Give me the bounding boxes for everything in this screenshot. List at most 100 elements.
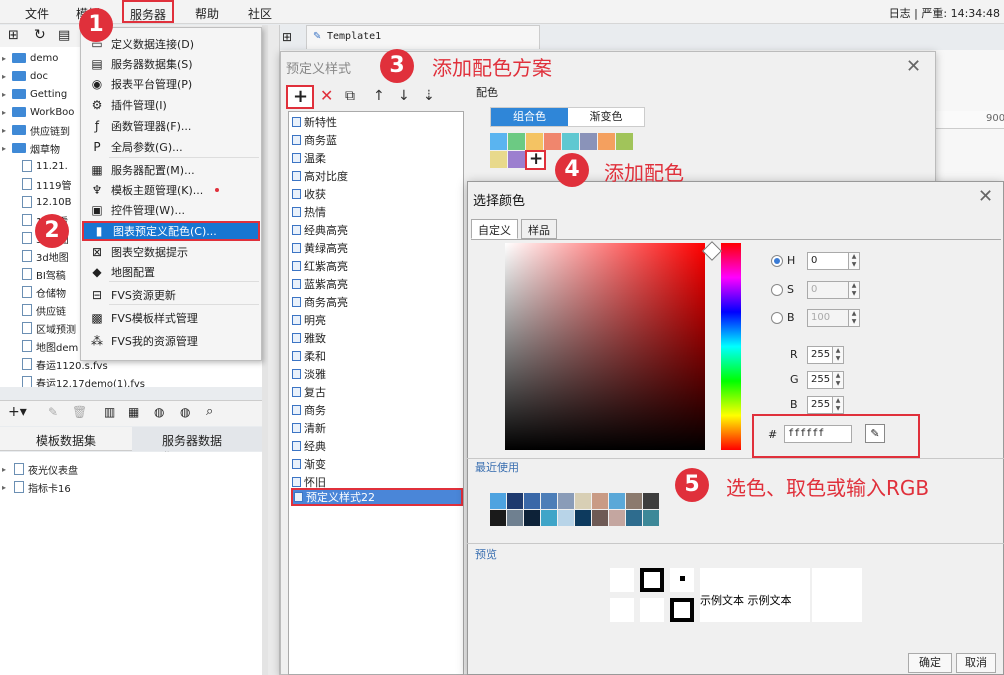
menu-item-function[interactable]: ƒ 函数管理器(F)... <box>82 116 260 136</box>
recent-color-swatch[interactable] <box>575 493 591 509</box>
style-list-item[interactable]: 红紫高亮 <box>291 257 463 275</box>
color-swatch[interactable] <box>490 151 507 168</box>
style-list-item[interactable]: 收获 <box>291 185 463 203</box>
style-list-item[interactable]: 复古 <box>291 383 463 401</box>
b2-stepper[interactable]: ▲ ▼ <box>832 396 844 414</box>
saturation-brightness-picker[interactable] <box>505 243 705 450</box>
ok-button[interactable]: 确定 <box>908 653 952 673</box>
dataset-item[interactable]: ▸ 指标卡16 <box>0 478 262 496</box>
recent-color-swatch[interactable] <box>541 493 557 509</box>
style-list-item[interactable]: 热情 <box>291 203 463 221</box>
template-tab[interactable]: ✎ Template1 <box>306 25 540 49</box>
open-icon[interactable]: ▤ <box>58 28 70 43</box>
style-list-item[interactable]: 商务蓝 <box>291 131 463 149</box>
delete-icon[interactable]: 🗑 <box>72 405 87 419</box>
color-swatch[interactable] <box>526 133 543 150</box>
style-list-item[interactable]: 雅致 <box>291 329 463 347</box>
style-list-item[interactable]: 清新 <box>291 419 463 437</box>
recent-color-swatch[interactable] <box>609 493 625 509</box>
recent-color-swatch[interactable] <box>609 510 625 526</box>
style-list-item[interactable]: 蓝紫高亮 <box>291 275 463 293</box>
recent-color-swatch[interactable] <box>507 510 523 526</box>
recent-color-swatch[interactable] <box>507 493 523 509</box>
add-color-button[interactable]: + <box>525 149 546 170</box>
menu-item-fvs[interactable]: ▩ FVS模板样式管理 <box>82 308 260 328</box>
expand-icon[interactable]: ▸ <box>0 144 8 153</box>
db2-icon[interactable]: ◍ <box>180 405 190 419</box>
r-stepper[interactable]: ▲ ▼ <box>832 346 844 364</box>
refresh-icon[interactable]: ↻ <box>34 27 46 43</box>
recent-color-swatch[interactable] <box>558 493 574 509</box>
b2-input[interactable]: 255 ▲ ▼ <box>807 396 844 414</box>
style-list-item[interactable]: 明亮 <box>291 311 463 329</box>
style-list-item[interactable]: 经典 <box>291 437 463 455</box>
menu-item-cube[interactable]: ⁂ FVS我的资源管理 <box>82 331 260 351</box>
menu-item-map[interactable]: ◆ 地图配置 <box>82 262 260 282</box>
menu-item-user[interactable]: ◉ 报表平台管理(P) <box>82 74 260 94</box>
style-list-item[interactable]: 预定义样式22 <box>291 488 463 506</box>
menu-item-empty[interactable]: ⊠ 图表空数据提示 <box>82 242 260 262</box>
color-swatch[interactable] <box>544 133 561 150</box>
recent-color-swatch[interactable] <box>524 510 540 526</box>
preview-icon[interactable]: ▥ <box>104 405 115 419</box>
style-list-item[interactable]: 商务 <box>291 401 463 419</box>
menu-file[interactable]: 文件 <box>25 5 49 22</box>
color-swatch[interactable] <box>616 133 633 150</box>
expand-icon[interactable]: ▸ <box>0 108 8 117</box>
h-radio[interactable] <box>771 255 783 267</box>
tab-samples[interactable]: 样品 <box>521 219 557 239</box>
close-icon[interactable]: ✕ <box>978 186 993 207</box>
close-icon[interactable]: ✕ <box>906 56 921 77</box>
recent-color-swatch[interactable] <box>592 493 608 509</box>
g-input[interactable]: 255 ▲ ▼ <box>807 371 844 389</box>
tree-item[interactable]: 春运12.17demo(1).fvs <box>0 373 262 387</box>
hex-input[interactable]: ffffff <box>784 425 852 443</box>
move-down-icon[interactable]: ↓ <box>398 88 410 104</box>
layout-icon[interactable]: ⊞ <box>282 30 292 44</box>
move-up-icon[interactable]: ↑ <box>373 88 385 104</box>
color-swatch[interactable] <box>598 133 615 150</box>
h-stepper[interactable]: ▲ ▼ <box>848 252 860 270</box>
style-list-item[interactable]: 黄绿高亮 <box>291 239 463 257</box>
s-input[interactable]: 0 ▲ ▼ <box>807 281 860 299</box>
log-link[interactable]: 日志 <box>889 7 911 20</box>
menu-item-shirt[interactable]: ♆ 模板主题管理(K)... <box>82 180 260 200</box>
menu-item-widget[interactable]: ▣ 控件管理(W)... <box>82 200 260 220</box>
gradient-color-tab[interactable]: 渐变色 <box>568 108 644 126</box>
recent-color-swatch[interactable] <box>490 510 506 526</box>
style-list-item[interactable]: 商务高亮 <box>291 293 463 311</box>
edit-icon[interactable]: ✎ <box>48 405 58 419</box>
copy-style-icon[interactable]: ⧉ <box>345 88 355 104</box>
tab-template-dataset[interactable]: 模板数据集 <box>36 432 96 449</box>
recent-color-swatch[interactable] <box>558 510 574 526</box>
g-stepper[interactable]: ▲ ▼ <box>832 371 844 389</box>
style-list-item[interactable]: 渐变 <box>291 455 463 473</box>
delete-style-icon[interactable]: ✕ <box>320 86 333 105</box>
recent-color-swatch[interactable] <box>643 510 659 526</box>
tab-custom[interactable]: 自定义 <box>471 219 518 239</box>
style-list-item[interactable]: 温柔 <box>291 149 463 167</box>
menu-item-server[interactable]: ▦ 服务器配置(M)... <box>82 160 260 180</box>
menu-item-db[interactable]: ▭ 定义数据连接(D) <box>82 34 260 54</box>
menu-item-chart[interactable]: ▮ 图表预定义配色(C)... <box>82 221 260 241</box>
menu-server[interactable]: 服务器 <box>122 0 175 23</box>
add-style-button[interactable]: + <box>286 85 314 109</box>
hue-slider[interactable] <box>721 243 741 450</box>
s-radio[interactable] <box>771 284 783 296</box>
color-swatch[interactable] <box>562 133 579 150</box>
expand-icon[interactable]: ▸ <box>0 126 8 135</box>
recent-color-swatch[interactable] <box>541 510 557 526</box>
recent-color-swatch[interactable] <box>524 493 540 509</box>
eyedropper-icon[interactable]: ✎ <box>865 424 885 443</box>
menu-help[interactable]: 帮助 <box>195 5 219 22</box>
recent-color-swatch[interactable] <box>592 510 608 526</box>
recent-color-swatch[interactable] <box>626 510 642 526</box>
sort-icon[interactable]: ⇣ <box>423 88 435 104</box>
h-input[interactable]: 0 ▲ ▼ <box>807 252 860 270</box>
recent-color-swatch[interactable] <box>643 493 659 509</box>
style-list-item[interactable]: 经典高亮 <box>291 221 463 239</box>
table-icon[interactable]: ▦ <box>128 405 139 419</box>
style-list-item[interactable]: 淡雅 <box>291 365 463 383</box>
style-list-item[interactable]: 柔和 <box>291 347 463 365</box>
menu-item-refresh[interactable]: ⊟ FVS资源更新 <box>82 285 260 305</box>
